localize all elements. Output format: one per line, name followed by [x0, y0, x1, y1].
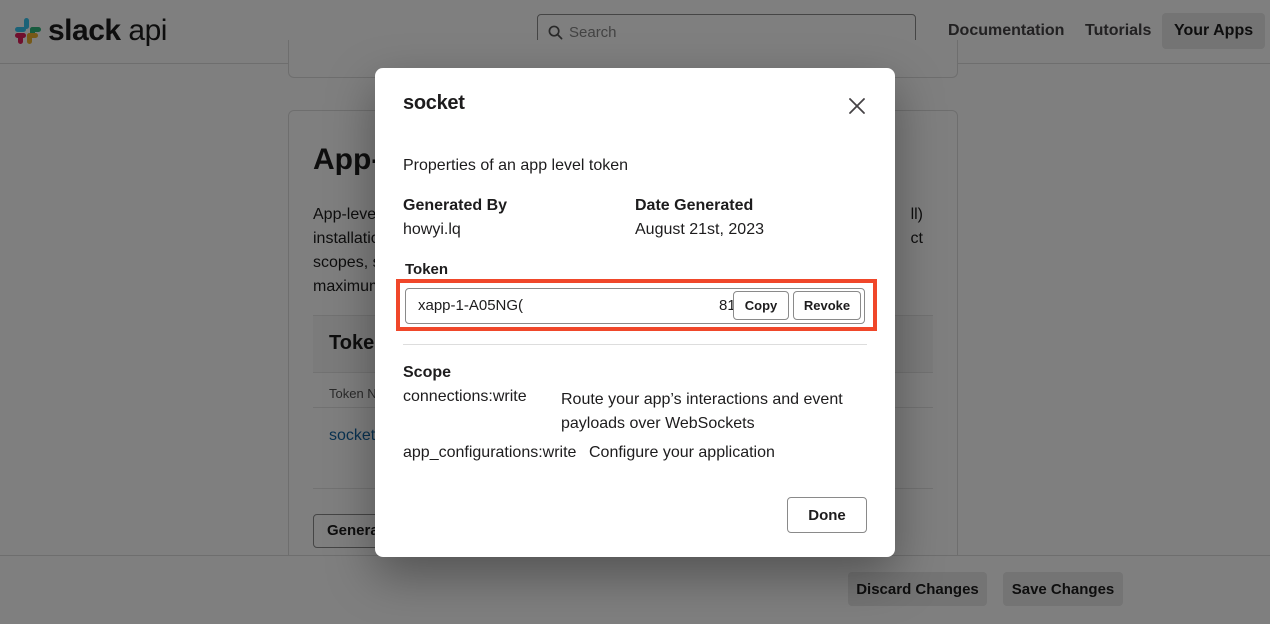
done-button[interactable]: Done — [787, 497, 867, 533]
date-generated-value: August 21st, 2023 — [635, 221, 764, 238]
scope-name: app_configurations:write — [403, 444, 577, 461]
divider — [403, 344, 867, 345]
generated-by-value: howyi.lq — [403, 221, 461, 238]
copy-button[interactable]: Copy — [733, 291, 789, 320]
generated-by-label: Generated By — [403, 197, 508, 214]
scope-label: Scope — [403, 364, 452, 381]
close-button[interactable] — [845, 94, 869, 118]
revoke-button[interactable]: Revoke — [793, 291, 861, 320]
token-redaction-mask — [524, 291, 722, 317]
token-value-start: xapp-1-A05NG( — [418, 297, 524, 314]
modal-subtitle: Properties of an app level token — [403, 157, 629, 174]
token-properties-modal: socket Properties of an app level token … — [375, 68, 895, 557]
scope-name: connections:write — [403, 388, 527, 405]
modal-title: socket — [403, 92, 465, 114]
scope-description: Configure your application — [589, 444, 775, 461]
token-label: Token — [405, 261, 449, 278]
close-icon — [849, 98, 865, 114]
date-generated-label: Date Generated — [635, 197, 754, 214]
scope-description: Route your app’s interactions and event … — [561, 391, 843, 432]
